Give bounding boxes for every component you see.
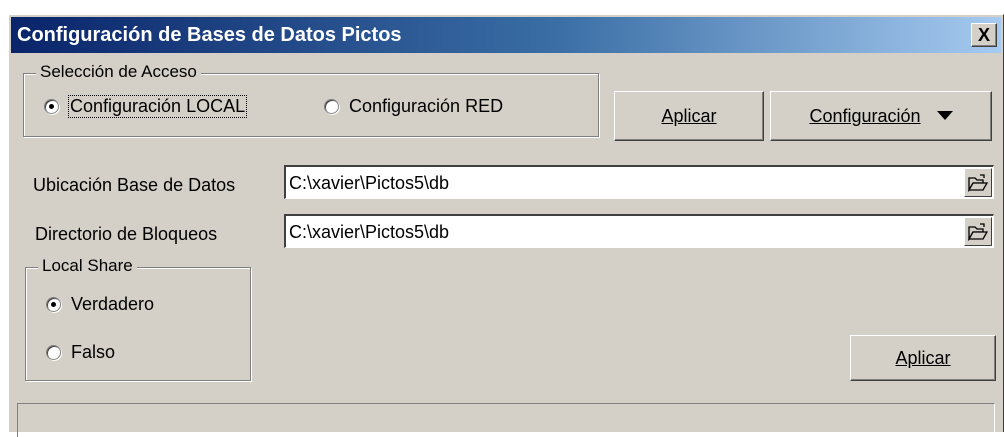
db-location-input[interactable]: C:\xavier\Pictos5\db — [284, 165, 994, 199]
close-icon: X — [977, 24, 990, 45]
lock-dir-browse-button[interactable] — [964, 217, 992, 246]
radio-network-label: Configuración RED — [349, 96, 504, 116]
lock-dir-value: C:\xavier\Pictos5\db — [289, 222, 450, 242]
radio-network-indicator[interactable] — [324, 99, 339, 114]
db-location-label: Ubicación Base de Datos — [33, 175, 236, 195]
local-share-group: Local Share Verdadero Falso — [25, 256, 251, 381]
radio-local-label: Configuración LOCAL — [67, 95, 248, 118]
lock-dir-input[interactable]: C:\xavier\Pictos5\db — [284, 214, 994, 248]
db-location-value: C:\xavier\Pictos5\db — [289, 173, 450, 193]
window-title: Configuración de Bases de Datos Pictos — [17, 24, 402, 46]
radio-false[interactable]: Falso — [46, 342, 115, 363]
radio-false-label: Falso — [71, 342, 116, 362]
db-location-browse-button[interactable] — [964, 168, 992, 197]
radio-network-config[interactable]: Configuración RED — [324, 96, 503, 117]
triangle-down-icon — [936, 111, 953, 120]
apply-share-label: Aplicar — [895, 347, 951, 368]
dialog-window: Configuración de Bases de Datos Pictos X… — [8, 14, 1004, 437]
apply-share-button[interactable]: Aplicar — [850, 335, 996, 381]
open-folder-icon — [968, 222, 988, 241]
access-selection-legend: Selección de Acceso — [36, 62, 201, 82]
lock-dir-label: Directorio de Bloqueos — [35, 224, 218, 244]
title-bar[interactable]: Configuración de Bases de Datos Pictos X — [11, 17, 1001, 53]
radio-true[interactable]: Verdadero — [46, 294, 154, 315]
radio-local-indicator[interactable] — [44, 99, 59, 114]
radio-true-label: Verdadero — [71, 294, 155, 314]
apply-access-label: Aplicar — [661, 105, 717, 126]
open-folder-icon — [968, 173, 988, 192]
radio-local-config[interactable]: Configuración LOCAL — [44, 95, 248, 118]
access-selection-group: Selección de Acceso Configuración LOCAL … — [23, 62, 599, 137]
radio-false-indicator[interactable] — [46, 345, 61, 360]
close-button[interactable]: X — [971, 23, 997, 47]
configuration-dropdown-button[interactable]: Configuración — [770, 91, 992, 141]
local-share-legend: Local Share — [38, 256, 137, 276]
configuration-label: Configuración — [809, 105, 921, 126]
apply-access-button[interactable]: Aplicar — [614, 91, 764, 141]
radio-true-indicator[interactable] — [46, 297, 61, 312]
